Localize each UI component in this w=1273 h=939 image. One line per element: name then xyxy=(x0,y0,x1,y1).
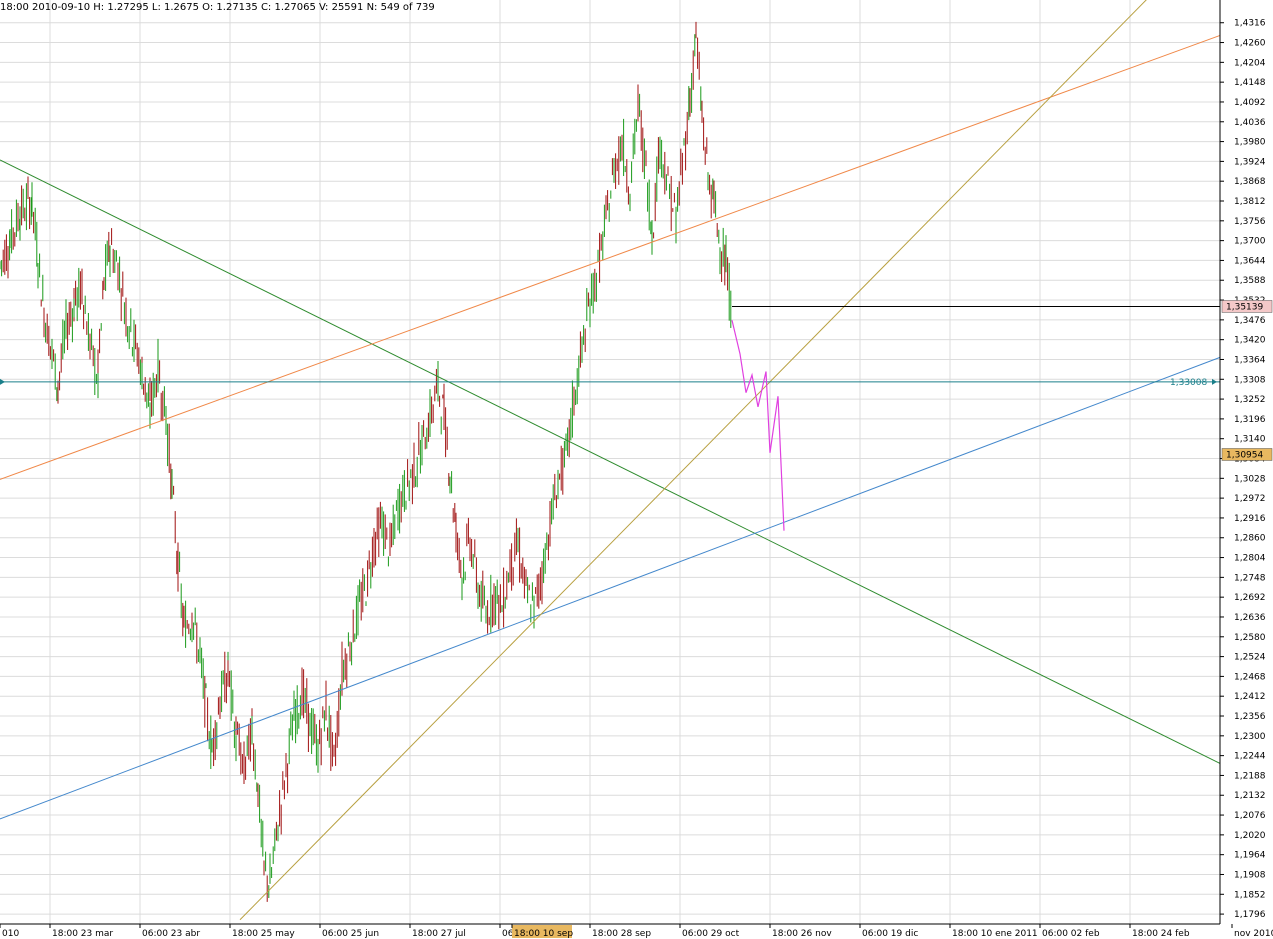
y-tick-label: 1,2412 xyxy=(1234,692,1266,702)
y-tick-label: 1,2692 xyxy=(1234,593,1266,603)
x-tick-label: 18:00 28 sep xyxy=(592,929,651,939)
y-tick-label: 1,2244 xyxy=(1234,752,1266,762)
x-tick-label: 06:00 19 dic xyxy=(862,929,918,939)
level-label: 1,33008 xyxy=(1170,378,1207,388)
y-tick-label: 1,3980 xyxy=(1234,138,1266,148)
y-tick-label: 1,3308 xyxy=(1234,375,1266,385)
price-marker-label: 1,30954 xyxy=(1226,450,1263,460)
ohlc-info-bar: 18:00 2010-09-10 H: 1.27295 L: 1.2675 O:… xyxy=(0,2,435,13)
y-tick-label: 1,2468 xyxy=(1234,672,1266,682)
y-tick-label: 1,3700 xyxy=(1234,237,1266,247)
y-tick-label: 1,3588 xyxy=(1234,276,1266,286)
x-tick-label: 18:00 10 ene 2011 xyxy=(952,929,1038,939)
x-tick-label: 18:00 23 mar xyxy=(52,929,113,939)
y-tick-label: 1,2916 xyxy=(1234,514,1266,524)
y-tick-label: 1,1796 xyxy=(1234,910,1266,920)
y-tick-label: 1,2524 xyxy=(1234,653,1266,663)
y-tick-label: 1,3196 xyxy=(1234,415,1266,425)
y-tick-label: 1,4036 xyxy=(1234,118,1266,128)
y-tick-label: 1,1908 xyxy=(1234,870,1266,880)
x-tick-label: 06 xyxy=(502,929,514,939)
y-tick-label: 1,2020 xyxy=(1234,831,1266,841)
x-tick-label: 06:00 23 abr xyxy=(142,929,200,939)
y-tick-label: 1,2188 xyxy=(1234,771,1266,781)
y-tick-label: 1,1964 xyxy=(1234,851,1266,861)
x-tick-label: nov 2010 xyxy=(1234,929,1273,939)
price-marker-label: 1,35139 xyxy=(1226,302,1263,312)
x-tick-label: 06:00 29 oct xyxy=(682,929,740,939)
y-tick-label: 1,2132 xyxy=(1234,791,1266,801)
x-tick-label: 18:00 25 may xyxy=(232,929,295,939)
y-tick-label: 1,4260 xyxy=(1234,39,1266,49)
y-tick-label: 1,2076 xyxy=(1234,811,1266,821)
x-tick-label: 06:00 02 feb xyxy=(1042,929,1100,939)
y-tick-label: 1,2580 xyxy=(1234,633,1266,643)
x-tick-label: 18:00 24 feb xyxy=(1132,929,1190,939)
y-tick-label: 1,3476 xyxy=(1234,316,1266,326)
y-tick-label: 1,3028 xyxy=(1234,474,1266,484)
y-tick-label: 1,3364 xyxy=(1234,355,1266,365)
price-chart[interactable]: 1,33008 1,43161,42601,42041,41481,40921,… xyxy=(0,0,1273,939)
x-tick-label: 010 xyxy=(2,929,19,939)
y-tick-label: 1,4204 xyxy=(1234,58,1266,68)
y-tick-label: 1,2972 xyxy=(1234,494,1266,504)
y-tick-label: 1,4092 xyxy=(1234,98,1266,108)
y-tick-label: 1,2804 xyxy=(1234,554,1266,564)
y-tick-label: 1,3868 xyxy=(1234,177,1266,187)
y-tick-label: 1,4148 xyxy=(1234,78,1266,88)
y-tick-label: 1,3756 xyxy=(1234,217,1266,227)
y-tick-label: 1,2300 xyxy=(1234,732,1266,742)
y-tick-label: 1,3924 xyxy=(1234,157,1266,167)
x-tick-label: 06:00 25 jun xyxy=(322,929,379,939)
y-tick-label: 1,4316 xyxy=(1234,19,1266,29)
y-tick-label: 1,2356 xyxy=(1234,712,1266,722)
y-tick-label: 1,2636 xyxy=(1234,613,1266,623)
y-tick-label: 1,3812 xyxy=(1234,197,1266,207)
y-tick-label: 1,2748 xyxy=(1234,573,1266,583)
y-tick-label: 1,2860 xyxy=(1234,534,1266,544)
y-tick-label: 1,3644 xyxy=(1234,256,1266,266)
price-axis[interactable]: 1,4316 1,4260 1,4204 1,4148 1,4092 1,4036 1,39… xyxy=(1219,0,1266,924)
x-tick-label: 18:00 27 jul xyxy=(412,929,466,939)
y-tick-label: 1,3252 xyxy=(1234,395,1266,405)
y-tick-label: 1,3140 xyxy=(1234,435,1266,445)
y-tick-label: 1,3420 xyxy=(1234,336,1266,346)
x-tick-label: 18:00 26 nov xyxy=(772,929,832,939)
x-tick-label: 18:00 10 sep xyxy=(514,929,573,939)
y-tick-label: 1,1852 xyxy=(1234,890,1266,900)
time-axis[interactable]: 010 18:00 23 mar 06:00 23 abr 18:00 25 may 0… xyxy=(0,923,1273,939)
